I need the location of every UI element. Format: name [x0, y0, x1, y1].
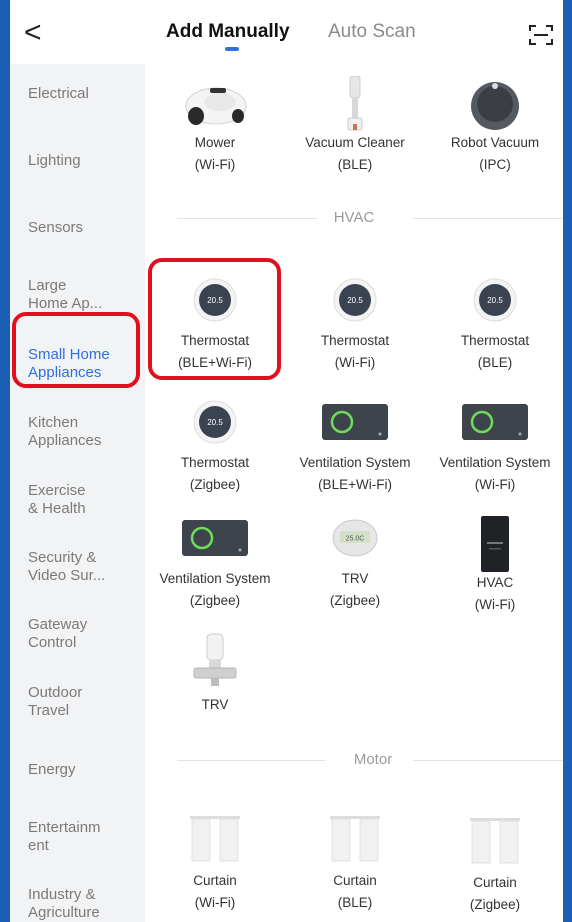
section-divider [177, 760, 325, 761]
device-protocol: (Wi-Fi) [334, 355, 376, 370]
device-name: Curtain [193, 873, 237, 888]
device-protocol: (Zigbee) [189, 593, 241, 608]
section-divider [177, 218, 317, 219]
sidebar-item-energy[interactable]: Energy [28, 761, 143, 779]
section-title-hvac: HVAC [333, 209, 375, 226]
device-ventilation-ble-wifi[interactable]: Ventilation System (BLE+Wi-Fi) [285, 400, 425, 496]
device-name: TRV [341, 571, 369, 586]
sidebar-item-outdoor-travel[interactable]: Outdoor Travel [28, 684, 143, 720]
device-protocol: (Zigbee) [469, 897, 521, 912]
sidebar-item-entertainment[interactable]: Entertainm ent [28, 819, 143, 855]
device-protocol: (Zigbee) [189, 477, 241, 492]
device-name: Vacuum Cleaner [305, 135, 405, 150]
device-robot-vacuum[interactable]: Robot Vacuum (IPC) [425, 76, 563, 176]
device-protocol: (Wi-Fi) [474, 477, 516, 492]
curtain-icon [470, 818, 520, 864]
device-ventilation-wifi[interactable]: Ventilation System (Wi-Fi) [425, 400, 563, 496]
section-title-motor: Motor [353, 751, 393, 768]
scan-icon[interactable] [527, 22, 555, 48]
device-protocol: (BLE) [477, 355, 513, 370]
device-thermostat-zigbee[interactable]: 20.5 Thermostat (Zigbee) [145, 400, 285, 496]
device-curtain-zigbee[interactable]: Curtain (Zigbee) [425, 816, 563, 916]
device-name: Mower [194, 135, 236, 150]
device-trv[interactable]: TRV [145, 632, 285, 716]
sidebar-item-exercise-health[interactable]: Exercise & Health [28, 482, 143, 518]
device-name: Ventilation System [159, 571, 271, 586]
device-content: Mower (Wi-Fi) Vacuum Cleaner (BLE) Robot… [145, 64, 563, 922]
device-protocol: (IPC) [479, 157, 511, 172]
device-name: HVAC [476, 575, 514, 590]
thermostat-display: 20.5 [347, 296, 363, 305]
device-curtain-ble[interactable]: Curtain (BLE) [285, 814, 425, 914]
tab-active-indicator [225, 47, 239, 51]
sidebar-item-sensors[interactable]: Sensors [28, 219, 143, 237]
thermostat-display: 20.5 [487, 296, 503, 305]
curtain-icon [330, 816, 380, 862]
highlight-thermostat-ble-wifi [148, 258, 281, 380]
device-name: Curtain [333, 873, 377, 888]
sidebar-item-security-video[interactable]: Security & Video Sur... [28, 549, 143, 585]
ventilation-panel-icon [322, 404, 388, 440]
tab-add-manually[interactable]: Add Manually [166, 21, 290, 43]
ventilation-panel-icon [462, 404, 528, 440]
device-name: Robot Vacuum [450, 135, 540, 150]
tab-auto-scan[interactable]: Auto Scan [328, 21, 416, 43]
device-ventilation-zigbee[interactable]: Ventilation System (Zigbee) [145, 516, 285, 612]
sidebar-item-gateway-control[interactable]: Gateway Control [28, 616, 143, 652]
sidebar-item-industry-agriculture[interactable]: Industry & Agriculture [28, 886, 143, 922]
device-trv-zigbee[interactable]: 25.0C TRV (Zigbee) [285, 516, 425, 612]
sidebar-item-large-home-appliances[interactable]: Large Home Ap... [28, 277, 143, 313]
device-name: Thermostat [180, 455, 250, 470]
thermostat-display: 20.5 [207, 418, 223, 427]
device-mower[interactable]: Mower (Wi-Fi) [145, 76, 285, 176]
category-sidebar: Electrical Lighting Sensors Large Home A… [10, 64, 145, 922]
trv-display: 25.0C [346, 536, 365, 543]
sidebar-item-electrical[interactable]: Electrical [28, 85, 143, 103]
device-name: Curtain [473, 875, 517, 890]
thermostat-icon: 20.5 [193, 400, 237, 444]
device-protocol: (BLE) [337, 895, 373, 910]
device-protocol: (Zigbee) [329, 593, 381, 608]
robot-vacuum-icon [471, 82, 519, 130]
device-hvac-wifi[interactable]: HVAC (Wi-Fi) [425, 516, 563, 616]
device-name: TRV [201, 697, 229, 712]
back-button[interactable]: < [24, 16, 54, 50]
trv-valve-icon [193, 633, 237, 686]
device-protocol: (BLE) [337, 157, 373, 172]
sidebar-item-kitchen-appliances[interactable]: Kitchen Appliances [28, 414, 143, 450]
device-protocol: (BLE+Wi-Fi) [318, 477, 392, 492]
device-name: Thermostat [460, 333, 530, 348]
trv-display-icon: 25.0C [332, 519, 378, 557]
mower-icon [185, 87, 247, 125]
sidebar-item-lighting[interactable]: Lighting [28, 152, 143, 170]
app-frame: < Add Manually Auto Scan Electrical Ligh… [10, 0, 563, 922]
device-protocol: (Wi-Fi) [474, 597, 516, 612]
device-name: Ventilation System [439, 455, 551, 470]
section-divider [413, 760, 563, 761]
curtain-icon [190, 816, 240, 862]
device-name: Thermostat [320, 333, 390, 348]
device-protocol: (Wi-Fi) [194, 157, 236, 172]
device-thermostat-wifi[interactable]: 20.5 Thermostat (Wi-Fi) [285, 278, 425, 374]
highlight-small-home-appliances [12, 312, 140, 388]
device-name: Ventilation System [299, 455, 411, 470]
thermostat-icon: 20.5 [473, 278, 517, 322]
hvac-panel-icon [481, 516, 509, 572]
stick-vacuum-icon [347, 76, 363, 131]
ventilation-panel-icon [182, 520, 248, 556]
thermostat-icon: 20.5 [333, 278, 377, 322]
header: < Add Manually Auto Scan [10, 0, 563, 64]
section-divider [413, 218, 563, 219]
device-vacuum-cleaner[interactable]: Vacuum Cleaner (BLE) [285, 76, 425, 176]
device-curtain-wifi[interactable]: Curtain (Wi-Fi) [145, 814, 285, 914]
device-thermostat-ble[interactable]: 20.5 Thermostat (BLE) [425, 278, 563, 374]
device-protocol: (Wi-Fi) [194, 895, 236, 910]
